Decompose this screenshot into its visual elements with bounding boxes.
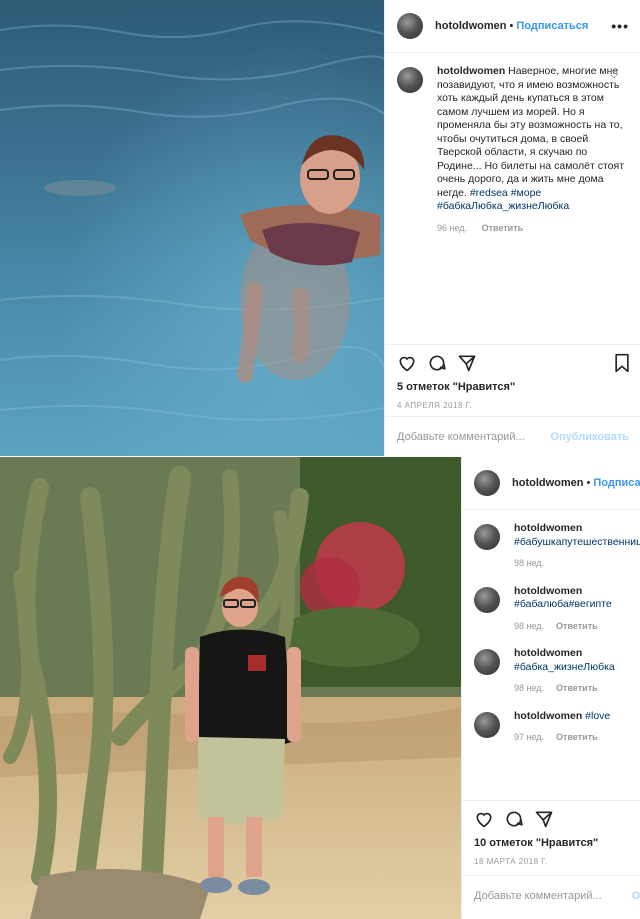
caption-comment: hotoldwomen Наверное, многие мне позавид… <box>397 65 629 235</box>
publish-button[interactable]: Опубликовать <box>550 431 629 443</box>
likes-count[interactable]: 5 отметок "Нравится" <box>397 381 640 393</box>
comment-time[interactable]: 96 нед. <box>437 223 467 233</box>
comment-username[interactable]: hotoldwomen <box>514 647 629 661</box>
like-comment-heart-icon[interactable] <box>609 69 619 79</box>
post-header: hotoldwomen • Подписаться <box>462 457 640 510</box>
comment-icon[interactable] <box>427 353 447 373</box>
hashtag-link[interactable]: #redsea <box>470 187 508 199</box>
share-icon[interactable] <box>534 809 554 829</box>
comment-time[interactable]: 97 нед. <box>514 732 544 742</box>
avatar[interactable] <box>474 711 500 738</box>
add-comment-input[interactable]: Добавьте комментарий... <box>474 890 602 902</box>
comment-username[interactable]: hotoldwomen <box>437 65 505 77</box>
likes-count[interactable]: 10 отметок "Нравится" <box>474 837 640 849</box>
hashtag-link[interactable]: #бабушкапутешественница <box>514 536 640 550</box>
comment-item: hotoldwomen #бабка_жизнеЛюбка 98 нед. Отв… <box>474 647 629 696</box>
reply-button[interactable]: Ответить <box>556 683 598 693</box>
post-photo-cactus[interactable] <box>0 457 461 919</box>
avatar[interactable] <box>474 470 500 496</box>
follow-button[interactable]: Подписаться <box>516 20 588 32</box>
post-sea: hotoldwomen • Подписаться ••• hotoldwome… <box>0 0 640 456</box>
hashtag-link[interactable]: #бабалюба#вегипте <box>514 598 629 612</box>
comment-time[interactable]: 98 нед. <box>514 558 544 568</box>
post-photo-sea[interactable] <box>0 0 384 456</box>
caption-text: Наверное, многие мне позавидуют, что я и… <box>437 65 625 199</box>
post-header: hotoldwomen • Подписаться ••• <box>385 0 640 53</box>
post-side-panel: hotoldwomen • Подписаться hotoldwomen #б… <box>461 457 640 919</box>
sea-swimmer-image <box>0 0 384 456</box>
hashtag-link[interactable]: #бабка_жизнеЛюбка <box>514 661 629 675</box>
post-actions: 10 отметок "Нравится" 18 МАРТА 2018 Г. <box>462 800 640 866</box>
comment-username[interactable]: hotoldwomen <box>514 585 629 599</box>
post-side-panel: hotoldwomen • Подписаться ••• hotoldwome… <box>384 0 640 456</box>
reply-button[interactable]: Ответить <box>556 732 598 742</box>
share-icon[interactable] <box>457 353 477 373</box>
comment-username[interactable]: hotoldwomen <box>514 710 582 722</box>
heart-icon[interactable] <box>474 809 494 829</box>
comments-list: hotoldwomen Наверное, многие мне позавид… <box>385 53 640 235</box>
username-link[interactable]: hotoldwomen <box>512 477 584 489</box>
post-date[interactable]: 4 АПРЕЛЯ 2018 Г. <box>397 401 640 410</box>
comment-item: hotoldwomen #love 97 нед. Ответить <box>474 710 629 745</box>
avatar[interactable] <box>397 13 423 39</box>
follow-button[interactable]: Подписаться <box>593 477 640 489</box>
avatar[interactable] <box>397 67 423 93</box>
reply-button[interactable]: Ответить <box>482 223 524 233</box>
comment-icon[interactable] <box>504 809 524 829</box>
bookmark-icon[interactable] <box>613 353 631 373</box>
hashtag-link[interactable]: #бабкаЛюбка_жизнеЛюбка <box>437 200 569 212</box>
comments-list: hotoldwomen #бабушкапутешественница 98 н… <box>462 510 640 745</box>
hashtag-link[interactable]: #море <box>511 187 542 199</box>
more-options-icon[interactable]: ••• <box>611 18 629 34</box>
add-comment-bar: Добавьте комментарий... Оп <box>462 875 640 916</box>
post-cactus: hotoldwomen • Подписаться hotoldwomen #б… <box>0 457 640 919</box>
comment-time[interactable]: 98 нед. <box>514 683 544 693</box>
avatar[interactable] <box>474 586 500 613</box>
cactus-woman-image <box>0 457 461 919</box>
separator-dot: • <box>586 477 591 489</box>
post-actions: 5 отметок "Нравится" 4 АПРЕЛЯ 2018 Г. <box>385 344 640 410</box>
comment-item: hotoldwomen #бабалюба#вегипте 98 нед. Отв… <box>474 585 629 634</box>
username-link[interactable]: hotoldwomen <box>435 20 507 32</box>
heart-icon[interactable] <box>397 353 417 373</box>
comment-time[interactable]: 98 нед. <box>514 621 544 631</box>
publish-button[interactable]: Оп <box>632 890 640 902</box>
add-comment-bar: Добавьте комментарий... Опубликовать <box>385 416 640 456</box>
avatar[interactable] <box>474 649 500 675</box>
add-comment-input[interactable]: Добавьте комментарий... <box>397 431 525 443</box>
comment-username[interactable]: hotoldwomen <box>514 522 640 536</box>
avatar[interactable] <box>474 524 500 550</box>
post-date[interactable]: 18 МАРТА 2018 Г. <box>474 857 640 866</box>
hashtag-link[interactable]: #love <box>585 710 610 722</box>
reply-button[interactable]: Ответить <box>556 621 598 631</box>
comment-item: hotoldwomen #бабушкапутешественница 98 н… <box>474 522 640 571</box>
separator-dot: • <box>509 20 514 32</box>
